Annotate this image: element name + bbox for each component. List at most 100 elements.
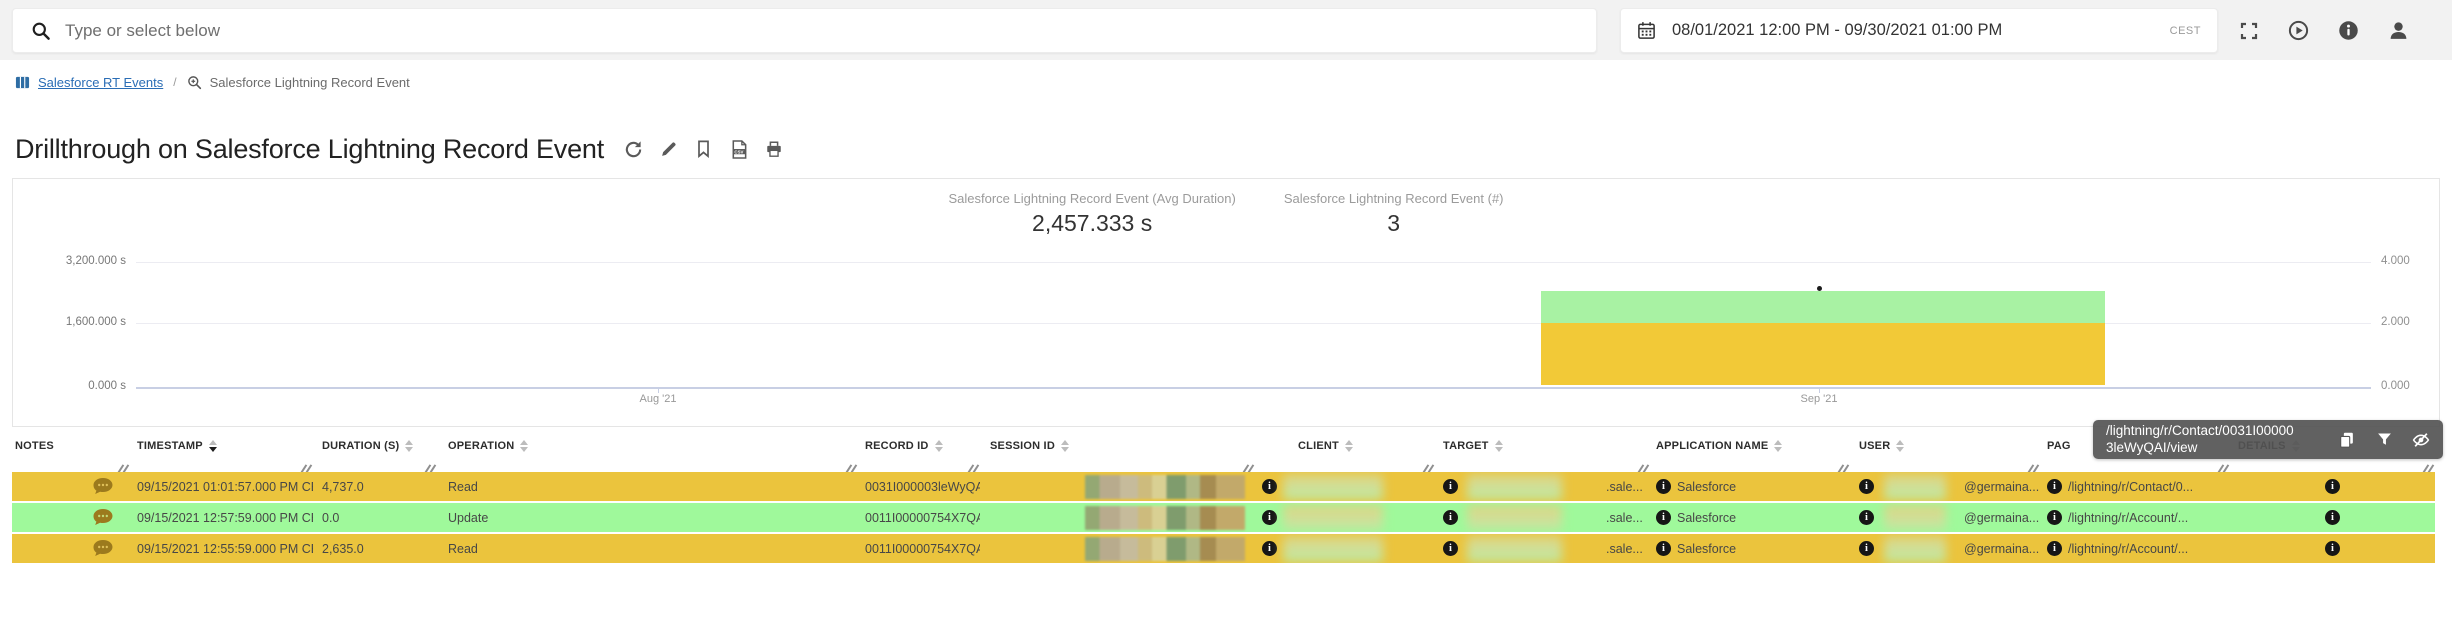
- sort-icon[interactable]: [1345, 440, 1353, 452]
- redacted-client: [1283, 536, 1383, 562]
- redacted-client: [1283, 505, 1383, 531]
- export-csv-icon[interactable]: CSV: [729, 140, 748, 159]
- page-cell: /lightning/r/Account/...: [2068, 542, 2188, 556]
- operation-cell: Read: [437, 534, 858, 563]
- info-icon[interactable]: [1656, 541, 1671, 556]
- breadcrumb-parent-link[interactable]: Salesforce RT Events: [38, 75, 163, 90]
- chart-panel: Salesforce Lightning Record Event (Avg D…: [12, 178, 2440, 427]
- note-comment-icon[interactable]: [92, 539, 114, 558]
- sort-icon[interactable]: [1495, 440, 1503, 452]
- user-icon[interactable]: [2388, 20, 2409, 41]
- timezone-label: CEST: [2170, 25, 2201, 37]
- metric-event-count: Salesforce Lightning Record Event (#) 3: [1284, 191, 1504, 237]
- bar-segment-read[interactable]: [1541, 323, 2105, 386]
- x-axis-label-aug: Aug '21: [598, 393, 718, 405]
- info-icon[interactable]: [2047, 479, 2062, 494]
- filter-icon[interactable]: [2375, 431, 2393, 449]
- redacted-target: [1467, 474, 1562, 500]
- eye-slash-icon[interactable]: [2412, 431, 2430, 449]
- table-row: 09/15/2021 01:01:57.000 PM CEST 4,737.0 …: [12, 472, 2435, 501]
- info-icon[interactable]: [1443, 541, 1458, 556]
- info-icon[interactable]: [1859, 479, 1874, 494]
- svg-text:CSV: CSV: [734, 149, 743, 154]
- right-axis-tick: 0.000: [2381, 380, 2410, 392]
- date-range-picker[interactable]: 08/01/2021 12:00 PM - 09/30/2021 01:00 P…: [1620, 8, 2218, 53]
- redacted-target: [1467, 536, 1562, 562]
- table-header: NOTES TIMESTAMP DURATION (S) OPERATION R…: [12, 435, 2435, 457]
- column-header-user[interactable]: USER: [1850, 435, 2040, 457]
- column-header-timestamp[interactable]: TIMESTAMP: [130, 435, 313, 457]
- play-icon[interactable]: [2288, 20, 2309, 41]
- sort-icon[interactable]: [209, 440, 217, 452]
- column-header-duration[interactable]: DURATION (S): [313, 435, 437, 457]
- target-cell: .sale...: [1606, 480, 1643, 494]
- info-icon[interactable]: [1859, 510, 1874, 525]
- page-value-tooltip: /lightning/r/Contact/0031I00000 3leWyQAI…: [2093, 420, 2443, 459]
- avg-duration-point: [1817, 286, 1822, 291]
- search-input[interactable]: [65, 21, 1596, 41]
- bar-segment-update[interactable]: [1541, 291, 2105, 322]
- sort-icon[interactable]: [1061, 440, 1069, 452]
- application-name-cell: Salesforce: [1677, 480, 1736, 494]
- duration-cell: 0.0: [313, 503, 437, 532]
- table-row: 09/15/2021 12:57:59.000 PM CEST 0.0 Upda…: [12, 503, 2435, 532]
- operation-cell: Update: [437, 503, 858, 532]
- zoom-in-icon: [187, 75, 202, 90]
- details-info-icon[interactable]: [2325, 479, 2340, 494]
- user-cell: @germaina...: [1964, 511, 2039, 525]
- details-info-icon[interactable]: [2325, 541, 2340, 556]
- info-icon[interactable]: [2338, 20, 2359, 41]
- info-icon[interactable]: [2047, 510, 2062, 525]
- info-icon[interactable]: [1262, 541, 1277, 556]
- refresh-icon[interactable]: [624, 140, 643, 159]
- redacted-session-id: [1085, 475, 1245, 499]
- sort-icon[interactable]: [935, 440, 943, 452]
- redacted-user: [1884, 505, 1946, 531]
- left-axis-tick: 1,600.000 s: [13, 316, 126, 328]
- sort-icon[interactable]: [1774, 440, 1782, 452]
- note-comment-icon[interactable]: [92, 508, 114, 527]
- right-axis-tick: 2.000: [2381, 316, 2410, 328]
- info-icon[interactable]: [1859, 541, 1874, 556]
- info-icon[interactable]: [1262, 479, 1277, 494]
- info-icon[interactable]: [1656, 479, 1671, 494]
- top-bar: 08/01/2021 12:00 PM - 09/30/2021 01:00 P…: [0, 0, 2452, 60]
- column-header-application-name[interactable]: APPLICATION NAME: [1650, 435, 1850, 457]
- copy-icon[interactable]: [2338, 431, 2356, 449]
- column-header-record-id[interactable]: RECORD ID: [858, 435, 980, 457]
- page-cell: /lightning/r/Contact/0...: [2068, 480, 2193, 494]
- redacted-target: [1467, 505, 1562, 531]
- x-axis-line: [136, 387, 2371, 389]
- note-comment-icon[interactable]: [92, 477, 114, 496]
- details-info-icon[interactable]: [2325, 510, 2340, 525]
- edit-icon[interactable]: [659, 140, 678, 159]
- info-icon[interactable]: [2047, 541, 2062, 556]
- metric-value: 2,457.333 s: [948, 210, 1235, 237]
- sort-icon[interactable]: [405, 440, 413, 452]
- sort-icon[interactable]: [1896, 440, 1904, 452]
- info-icon[interactable]: [1262, 510, 1277, 525]
- print-icon[interactable]: [764, 140, 783, 159]
- redacted-user: [1884, 474, 1946, 500]
- duration-cell: 2,635.0: [313, 534, 437, 563]
- column-header-operation[interactable]: OPERATION: [437, 435, 858, 457]
- column-header-target[interactable]: TARGET: [1435, 435, 1650, 457]
- timestamp-cell: 09/15/2021 01:01:57.000 PM CEST: [130, 472, 313, 501]
- column-header-client[interactable]: CLIENT: [1255, 435, 1435, 457]
- search-box[interactable]: [12, 8, 1597, 53]
- left-axis-tick: 3,200.000 s: [13, 255, 126, 267]
- info-icon[interactable]: [1656, 510, 1671, 525]
- stacked-bar-sep21[interactable]: [1541, 291, 2105, 385]
- sort-icon[interactable]: [520, 440, 528, 452]
- column-header-session-id[interactable]: SESSION ID: [980, 435, 1255, 457]
- date-range-value: 08/01/2021 12:00 PM - 09/30/2021 01:00 P…: [1672, 21, 2002, 40]
- info-icon[interactable]: [1443, 510, 1458, 525]
- fullscreen-icon[interactable]: [2238, 20, 2259, 41]
- duration-cell: 4,737.0: [313, 472, 437, 501]
- info-icon[interactable]: [1443, 479, 1458, 494]
- breadcrumb-separator: /: [171, 75, 178, 89]
- table-icon: [15, 75, 30, 90]
- operation-cell: Read: [437, 472, 858, 501]
- page-title: Drillthrough on Salesforce Lightning Rec…: [15, 134, 604, 165]
- bookmark-icon[interactable]: [694, 140, 713, 159]
